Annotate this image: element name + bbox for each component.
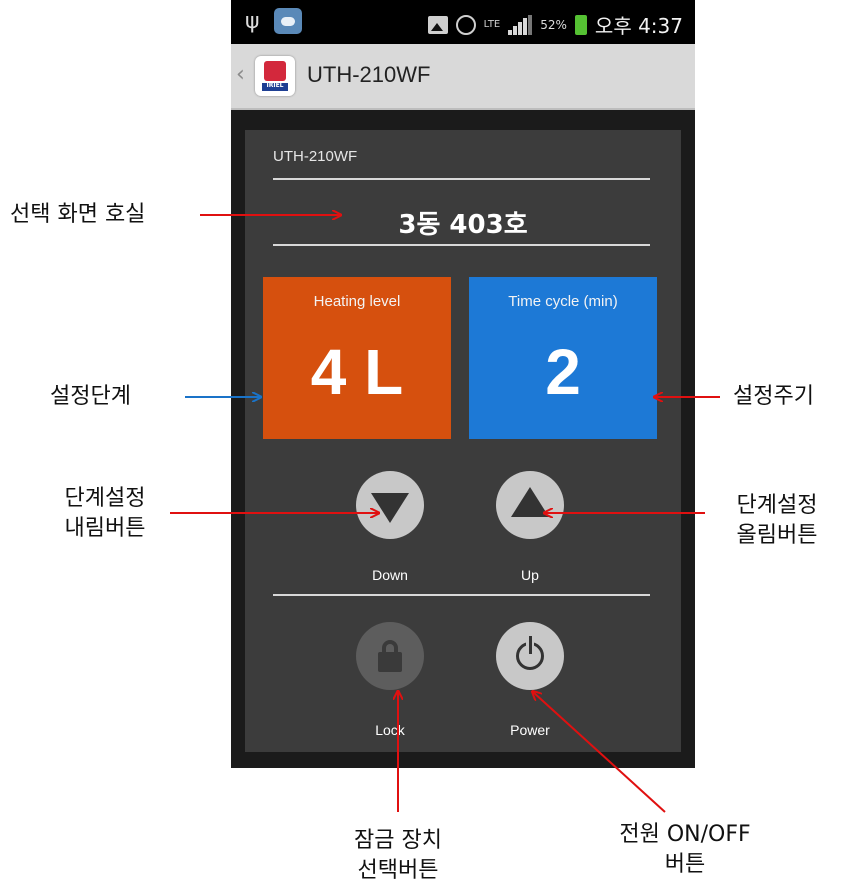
annotation-down-line2: 내림버튼 [64, 516, 146, 541]
annotation-down-line1: 단계설정 [64, 486, 146, 511]
annotation-down: 단계설정 내림버튼 [40, 484, 170, 544]
annotation-lock-line2: 선택버튼 [357, 858, 439, 883]
annotation-power-line1: 전원 ON/OFF [619, 822, 751, 847]
annotation-up: 단계설정 올림버튼 [712, 491, 842, 551]
annotation-level: 설정단계 [50, 384, 131, 409]
annotation-power-line2: 버튼 [664, 852, 706, 877]
arrow-power [533, 692, 666, 813]
annotation-lock-line1: 잠금 장치 [354, 828, 442, 853]
annotation-cycle: 설정주기 [733, 384, 814, 409]
annotation-room: 선택 화면 호실 [10, 202, 146, 227]
annotation-up-line2: 올림버튼 [736, 523, 818, 548]
annotation-power: 전원 ON/OFF 버튼 [595, 820, 775, 880]
annotation-up-line1: 단계설정 [736, 493, 818, 518]
annotation-arrows [170, 0, 720, 813]
annotation-lock: 잠금 장치 선택버튼 [328, 826, 468, 886]
